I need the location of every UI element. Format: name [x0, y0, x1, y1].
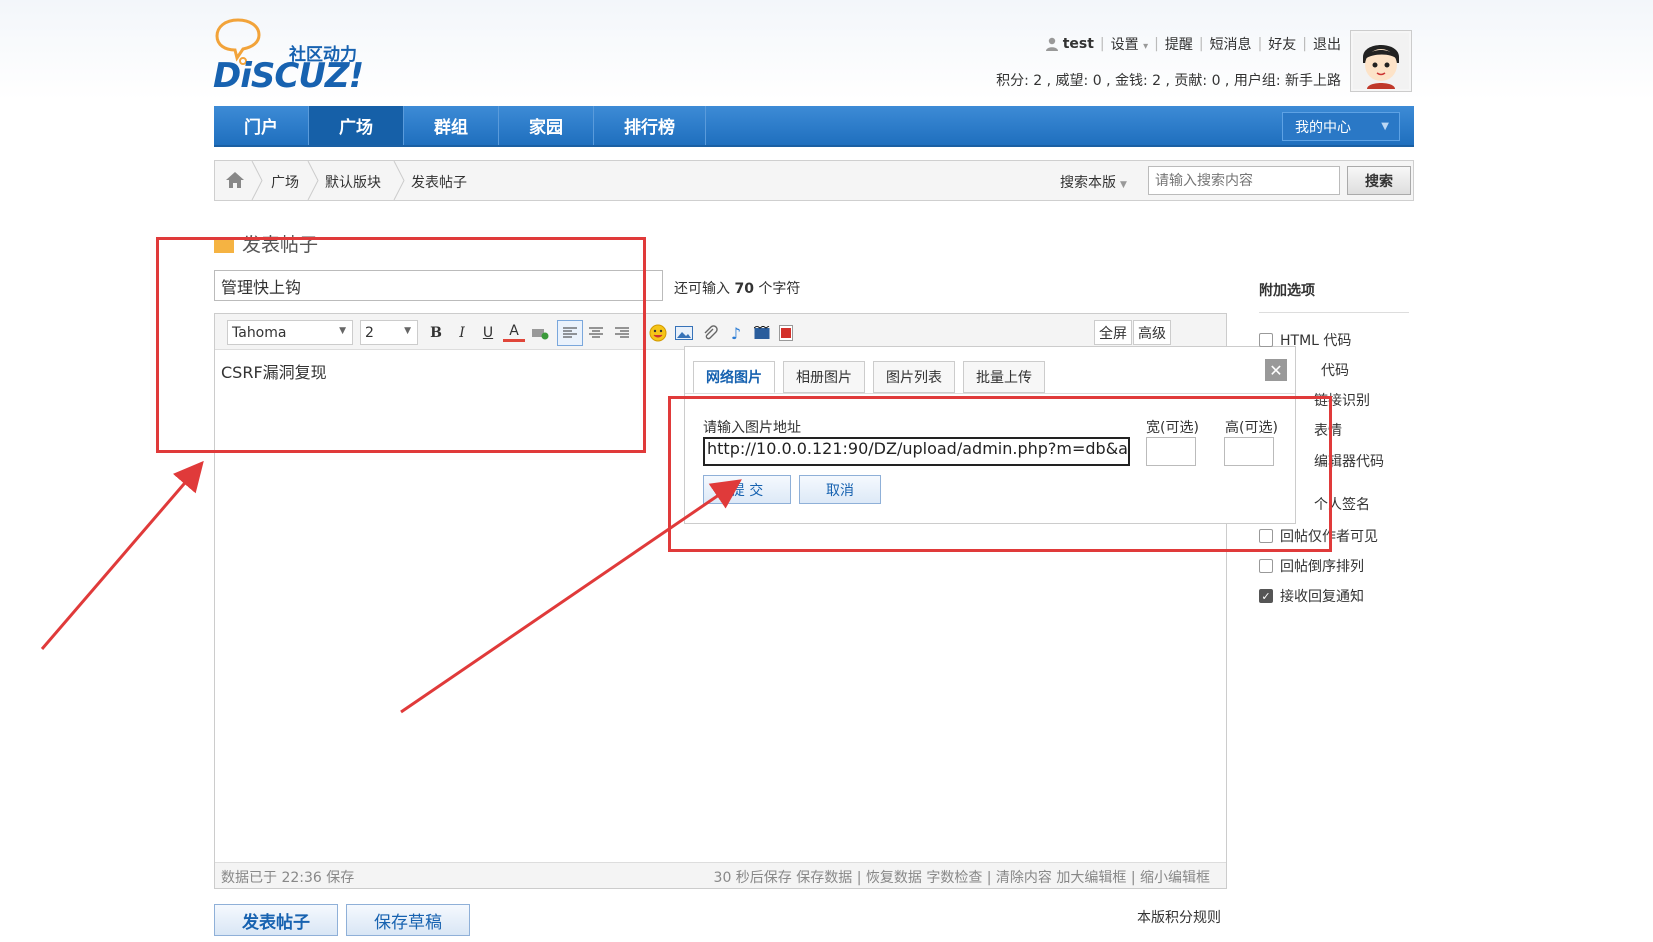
- my-center-label: 我的中心: [1295, 119, 1351, 136]
- option-code[interactable]: 代码: [1321, 360, 1349, 380]
- avatar-face-icon: [1353, 33, 1409, 89]
- chevron-down-icon: ▼: [1120, 180, 1127, 190]
- editor-status-actions[interactable]: 30 秒后保存 保存数据 | 恢复数据 字数检查 | 清除内容 加大编辑框 | …: [714, 867, 1210, 887]
- image-dialog-tabs: 网络图片 相册图片 图片列表 批量上传: [693, 361, 1053, 393]
- search-scope-dropdown[interactable]: 搜索本版 ▼: [1060, 172, 1127, 192]
- logout-link[interactable]: 退出: [1313, 34, 1341, 54]
- arrow-to-title-icon: [40, 460, 204, 650]
- nav-item-portal[interactable]: 门户: [214, 106, 309, 145]
- smiley-icon[interactable]: [647, 322, 669, 344]
- breadcrumb-default-forum[interactable]: 默认版块: [325, 172, 381, 192]
- music-icon[interactable]: ♪: [725, 322, 747, 344]
- attachment-icon[interactable]: [699, 322, 721, 344]
- checkbox-checked: ✓: [1259, 589, 1273, 603]
- messages-link[interactable]: 短消息: [1210, 34, 1252, 54]
- avatar[interactable]: [1350, 30, 1412, 92]
- annotation-box-image-dialog: [668, 396, 1332, 552]
- char-count: 还可输入 70 个字符: [674, 281, 801, 297]
- search-input[interactable]: [1148, 166, 1340, 195]
- nav-item-ranking[interactable]: 排行榜: [594, 106, 706, 145]
- nav-item-square[interactable]: 广场: [309, 106, 404, 145]
- option-html-code[interactable]: HTML 代码: [1259, 330, 1351, 350]
- checkbox: [1259, 333, 1273, 347]
- publish-post-button[interactable]: 发表帖子: [214, 904, 338, 936]
- tab-batch-upload[interactable]: 批量上传: [963, 361, 1045, 393]
- user-icon: [1045, 37, 1058, 51]
- logo-text: DiSCUZ!: [213, 56, 364, 96]
- flash-icon[interactable]: [775, 322, 797, 344]
- editor-status-bar: 数据已于 22:36 保存 30 秒后保存 保存数据 | 恢复数据 字数检查 |…: [215, 862, 1226, 888]
- nav-item-groups[interactable]: 群组: [404, 106, 499, 145]
- dialog-divider: [685, 393, 1295, 394]
- tab-web-image[interactable]: 网络图片: [693, 361, 775, 393]
- breadcrumb-separator: [307, 161, 319, 200]
- breadcrumb-square[interactable]: 广场: [271, 172, 299, 192]
- image-icon[interactable]: [673, 322, 695, 344]
- breadcrumb-new-post: 发表帖子: [411, 175, 467, 191]
- tab-image-list[interactable]: 图片列表: [873, 361, 955, 393]
- tab-album-image[interactable]: 相册图片: [783, 361, 865, 393]
- annotation-box-title-editor: [156, 237, 646, 453]
- user-stats: 积分: 2 , 威望: 0 , 金钱: 2 , 贡献: 0 , 用户组: 新手上…: [996, 73, 1341, 89]
- breadcrumb: 广场 默认版块 发表帖子 搜索本版▼ 搜索: [214, 160, 1414, 201]
- option-reply-notify[interactable]: ✓ 接收回复通知: [1259, 586, 1364, 606]
- extra-options-title: 附加选项: [1259, 280, 1409, 313]
- chevron-down-icon: ▾: [1143, 41, 1149, 52]
- user-links: test | 设置 ▾ | 提醒 | 短消息 | 好友 | 退出: [1045, 34, 1341, 54]
- settings-link[interactable]: 设置 ▾: [1111, 34, 1148, 54]
- save-draft-button[interactable]: 保存草稿: [346, 904, 470, 936]
- breadcrumb-separator: [393, 161, 405, 200]
- nav-item-home[interactable]: 家园: [499, 106, 594, 145]
- advanced-mode-button[interactable]: 高级: [1133, 320, 1171, 345]
- checkbox: [1259, 559, 1273, 573]
- fullscreen-button[interactable]: 全屏: [1094, 320, 1132, 345]
- site-logo[interactable]: 社区动力 DiSCUZ!: [213, 16, 383, 96]
- video-icon[interactable]: [751, 322, 773, 344]
- close-icon[interactable]: ✕: [1265, 359, 1287, 381]
- reminder-link[interactable]: 提醒: [1165, 34, 1193, 54]
- friends-link[interactable]: 好友: [1268, 34, 1296, 54]
- breadcrumb-separator: [251, 161, 263, 200]
- chevron-down-icon: ▼: [1381, 121, 1389, 132]
- extra-options-panel: 附加选项 HTML 代码 代码 链接识别 表情 编辑器代码 个人签名 回帖仅作者…: [1259, 280, 1409, 605]
- saved-status: 数据已于 22:36 保存: [221, 870, 355, 886]
- main-nav: 门户 广场 群组 家园 排行榜 我的中心 ▼: [214, 106, 1414, 147]
- my-center-dropdown[interactable]: 我的中心 ▼: [1282, 112, 1400, 141]
- search-button[interactable]: 搜索: [1347, 166, 1411, 195]
- home-icon[interactable]: [225, 171, 245, 189]
- username-link[interactable]: test: [1063, 36, 1094, 52]
- option-reverse-order[interactable]: 回帖倒序排列: [1259, 556, 1364, 576]
- forum-credit-rules-link[interactable]: 本版积分规则: [1137, 907, 1221, 927]
